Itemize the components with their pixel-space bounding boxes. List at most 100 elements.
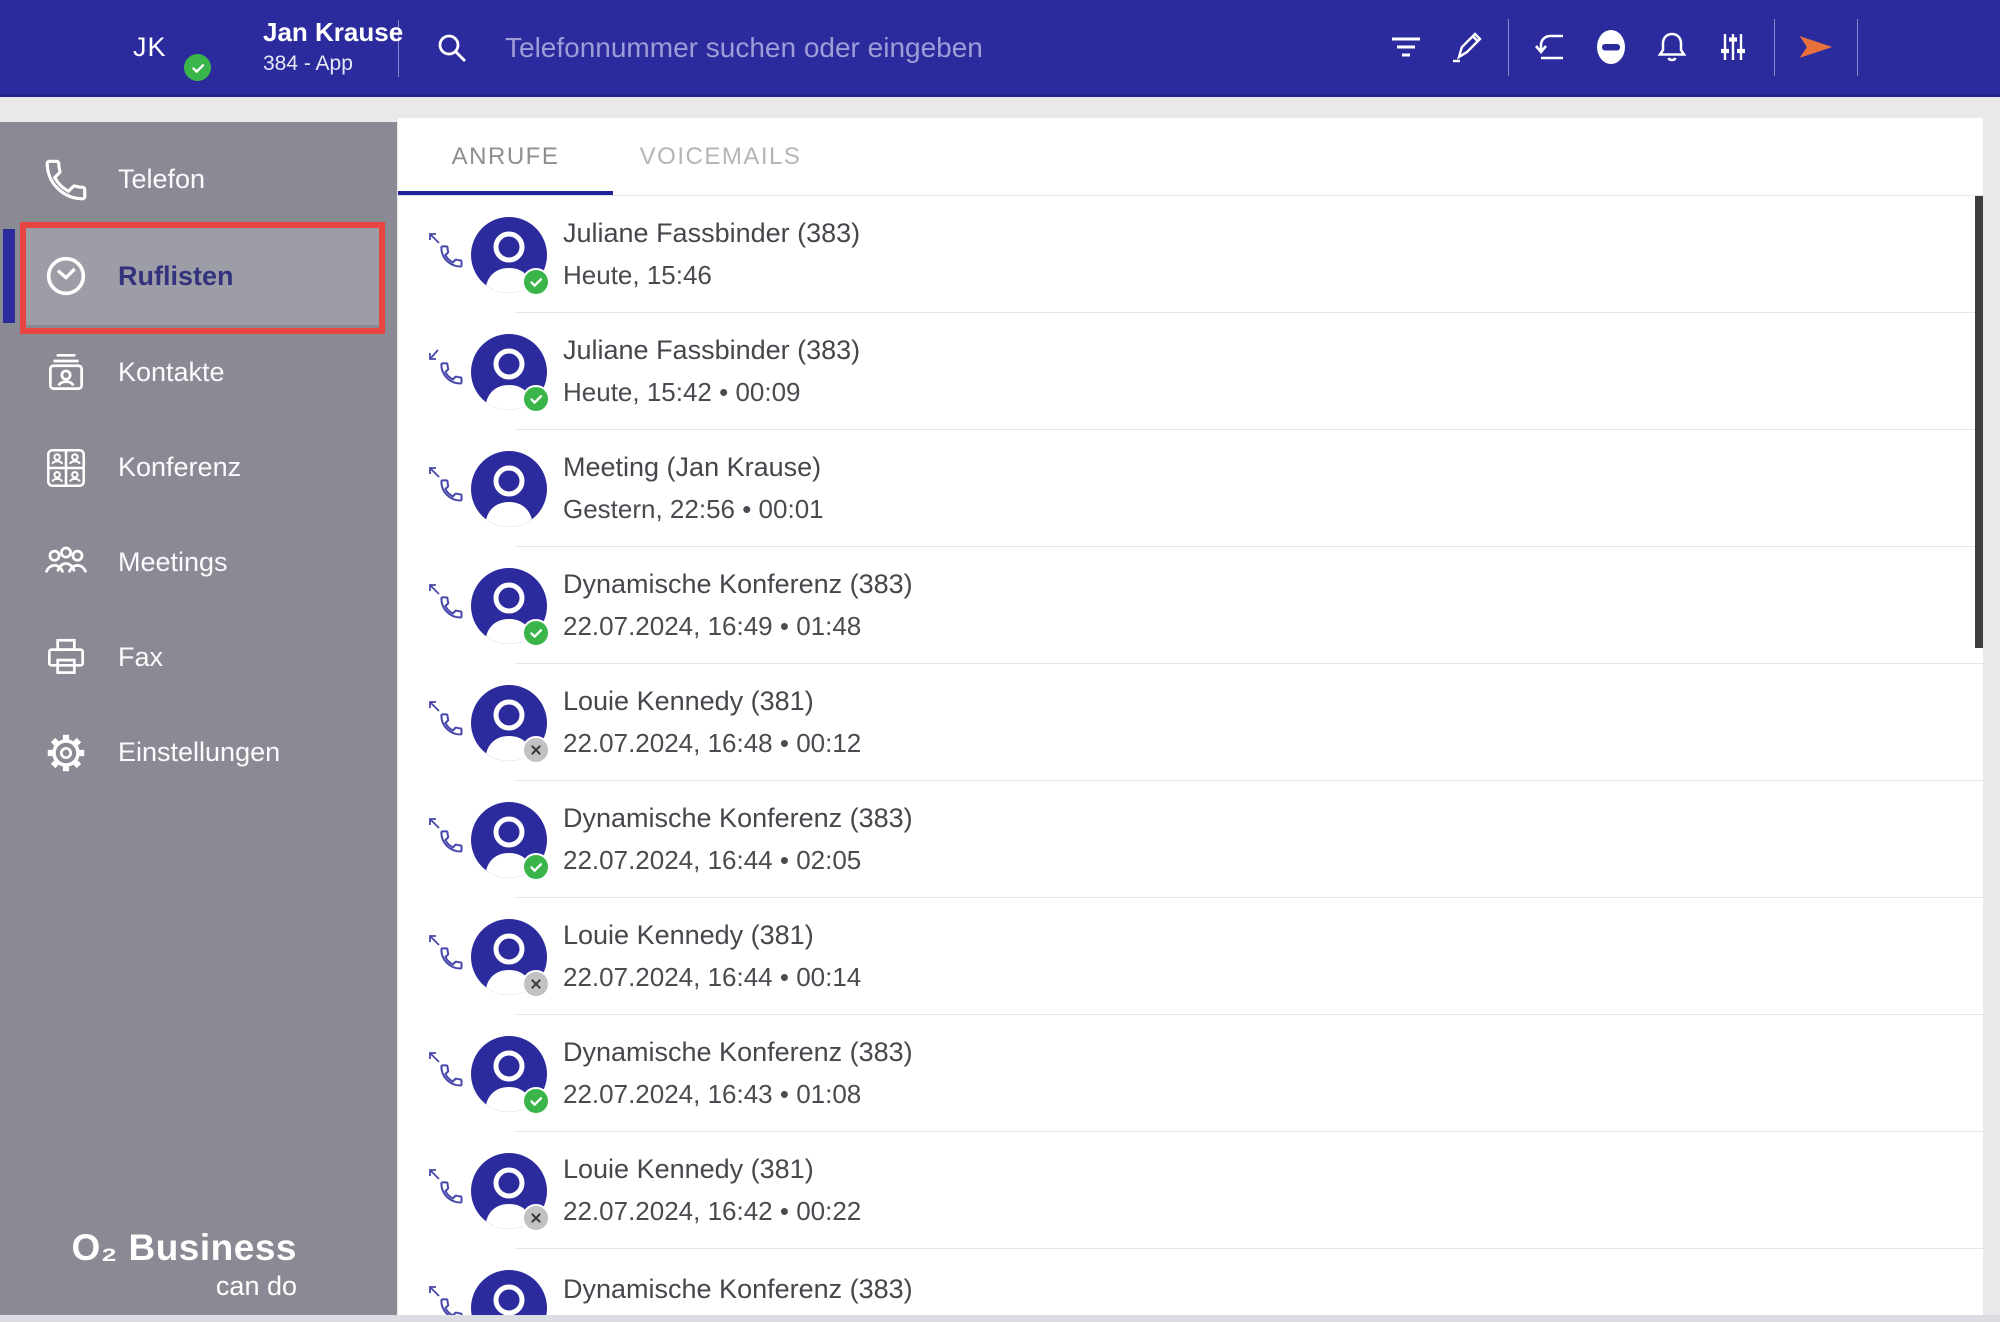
call-contact-name: Meeting (Jan Krause) — [563, 452, 822, 482]
sidebar-item-label: Fax — [118, 642, 164, 672]
header: JK Jan Krause 384 - App — [0, 0, 2000, 97]
call-contact-name: Dynamische Konferenz (383) — [563, 569, 913, 599]
sidebar-item-fax[interactable]: Fax — [0, 610, 397, 705]
call-list-item[interactable]: Dynamische Konferenz (383) — [398, 1249, 1983, 1322]
edit-pencil-icon[interactable] — [1447, 27, 1487, 67]
fax-printer-icon — [40, 632, 92, 684]
call-forwarding-icon[interactable] — [1530, 27, 1570, 67]
conference-icon — [40, 442, 92, 494]
presence-offline-badge — [522, 1203, 550, 1232]
call-contact-name: Juliane Fassbinder (383) — [563, 335, 861, 365]
search-icon — [435, 31, 469, 65]
call-contact-name: Louie Kennedy (381) — [563, 686, 814, 716]
call-meta: 22.07.2024, 16:44 • 02:05 — [563, 845, 862, 875]
call-meta: 22.07.2024, 16:48 • 00:12 — [563, 728, 862, 758]
sidebar-item-ruflisten[interactable]: Ruflisten — [3, 227, 383, 325]
filter-icon[interactable] — [1386, 27, 1426, 67]
call-list-item[interactable]: Louie Kennedy (381) 22.07.2024, 16:48 • … — [398, 664, 1983, 781]
scrollbar-thumb[interactable] — [1975, 196, 1983, 648]
call-contact-name: Dynamische Konferenz (383) — [563, 1273, 913, 1304]
presence-online-badge — [522, 852, 550, 881]
header-divider — [1857, 18, 1858, 76]
notifications-bell-icon[interactable] — [1652, 27, 1692, 67]
header-divider — [1774, 18, 1775, 76]
presence-online-badge — [522, 618, 550, 647]
user-extension: 384 - App — [263, 52, 353, 75]
call-contact-name: Juliane Fassbinder (383) — [563, 218, 861, 248]
audio-settings-sliders-icon[interactable] — [1713, 27, 1753, 67]
sidebar-item-kontakte[interactable]: Kontakte — [0, 325, 397, 420]
sidebar-item-label: Ruflisten — [118, 260, 234, 291]
user-name: Jan Krause — [263, 17, 404, 47]
outgoing-call-icon — [425, 698, 465, 738]
sidebar-item-meetings[interactable]: Meetings — [0, 515, 397, 610]
call-meta: Gestern, 22:56 • 00:01 — [563, 494, 824, 524]
outgoing-call-icon — [425, 581, 465, 621]
call-meta: 22.07.2024, 16:43 • 01:08 — [563, 1079, 862, 1109]
window-edge — [0, 1315, 2000, 1322]
do-not-disturb-icon[interactable] — [1591, 27, 1631, 67]
call-meta: Heute, 15:42 • 00:09 — [563, 377, 801, 407]
tab-anrufe[interactable]: ANRUFE — [398, 118, 613, 195]
presence-offline-badge — [522, 969, 550, 998]
contact-avatar — [471, 333, 550, 413]
phone-icon — [40, 154, 92, 206]
sidebar-item-label: Konferenz — [118, 452, 242, 482]
call-list-item[interactable]: Louie Kennedy (381) 22.07.2024, 16:44 • … — [398, 898, 1983, 1015]
brand-logo: O₂ Business can do — [71, 1227, 297, 1302]
sidebar-item-einstellungen[interactable]: Einstellungen — [0, 705, 397, 800]
tab-bar: ANRUFE VOICEMAILS — [398, 118, 1983, 196]
sidebar-item-label: Telefon — [118, 164, 206, 194]
brand-tagline: can do — [215, 1271, 297, 1301]
contact-avatar — [471, 918, 550, 998]
outgoing-call-icon — [425, 230, 465, 270]
search-input[interactable] — [505, 22, 1265, 74]
sidebar-item-label: Meetings — [118, 547, 228, 577]
call-list-item[interactable]: Meeting (Jan Krause) Gestern, 22:56 • 00… — [398, 430, 1983, 547]
call-list-item[interactable]: Dynamische Konferenz (383) 22.07.2024, 1… — [398, 547, 1983, 664]
call-list-item[interactable]: Juliane Fassbinder (383) Heute, 15:42 • … — [398, 313, 1983, 430]
contacts-icon — [40, 347, 92, 399]
call-contact-name: Louie Kennedy (381) — [563, 1154, 814, 1184]
outgoing-call-icon — [425, 1049, 465, 1089]
avatar[interactable]: JK — [133, 32, 167, 63]
sidebar-item-label: Kontakte — [118, 357, 225, 387]
call-list-item[interactable]: Louie Kennedy (381) 22.07.2024, 16:42 • … — [398, 1132, 1983, 1249]
outgoing-call-icon — [425, 464, 465, 504]
call-meta: Heute, 15:46 — [563, 260, 712, 290]
sidebar-item-telefon[interactable]: Telefon — [0, 132, 397, 227]
call-list-item[interactable]: Dynamische Konferenz (383) 22.07.2024, 1… — [398, 781, 1983, 898]
presence-online-badge — [522, 384, 550, 413]
contact-avatar — [471, 567, 550, 647]
call-meta: 22.07.2024, 16:49 • 01:48 — [563, 611, 862, 641]
contact-avatar — [471, 684, 550, 764]
presence-offline-badge — [522, 735, 550, 764]
main-panel: ANRUFE VOICEMAILS Juliane Fassbinder (38… — [398, 118, 1983, 1322]
header-divider — [398, 20, 399, 77]
call-meta: 22.07.2024, 16:42 • 00:22 — [563, 1196, 862, 1226]
presence-online-badge — [522, 1086, 550, 1115]
sidebar: Telefon Ruflisten Kontakte Konferenz Mee… — [0, 122, 397, 1322]
call-contact-name: Louie Kennedy (381) — [563, 920, 814, 950]
brand-name: O₂ Business — [71, 1227, 297, 1268]
outgoing-call-icon — [425, 1166, 465, 1206]
outgoing-call-icon — [425, 932, 465, 972]
contact-avatar — [471, 1035, 550, 1115]
call-contact-name: Dynamische Konferenz (383) — [563, 803, 913, 833]
send-icon[interactable] — [1796, 27, 1836, 67]
presence-online-badge — [522, 267, 550, 296]
tab-voicemails[interactable]: VOICEMAILS — [613, 118, 828, 195]
contact-avatar — [471, 801, 550, 881]
contact-avatar — [471, 1152, 550, 1232]
call-list-item[interactable]: Juliane Fassbinder (383) Heute, 15:46 — [398, 196, 1983, 313]
call-list-item[interactable]: Dynamische Konferenz (383) 22.07.2024, 1… — [398, 1015, 1983, 1132]
outgoing-call-icon — [425, 815, 465, 855]
user-presence-badge — [184, 54, 211, 81]
call-meta: 22.07.2024, 16:44 • 00:14 — [563, 962, 862, 992]
header-toolbar — [1386, 0, 1879, 94]
gear-icon — [40, 727, 92, 779]
call-contact-name: Dynamische Konferenz (383) — [563, 1037, 913, 1067]
sidebar-item-konferenz[interactable]: Konferenz — [0, 420, 397, 515]
app-window: JK Jan Krause 384 - App Telefonnummer su… — [0, 0, 2000, 1322]
call-list: Juliane Fassbinder (383) Heute, 15:46 Ju… — [398, 196, 1983, 1322]
